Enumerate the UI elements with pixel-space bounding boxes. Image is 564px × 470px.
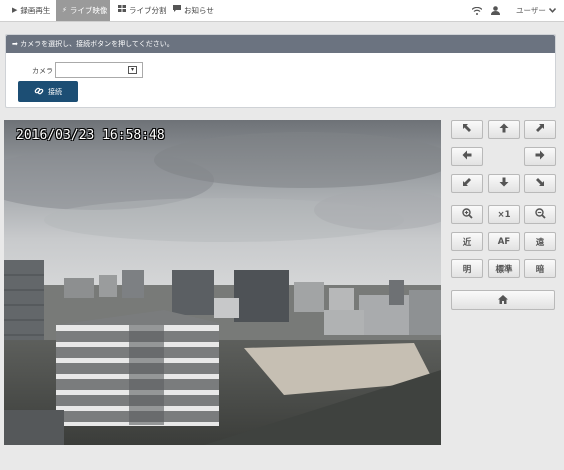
tab-live-split[interactable]: ライブ分割 [112,0,168,21]
focus-near-button[interactable]: 近 [451,232,483,251]
camera-select[interactable]: ▾ [55,62,143,78]
arrow-up-right-icon [535,123,545,136]
chevron-down-icon [548,6,556,15]
auto-focus-label: AF [497,236,511,247]
tab-live-view[interactable]: ⚡ ライブ映像 [56,0,110,21]
bright-label: 明 [462,264,472,275]
dark-label: 暗 [535,264,545,275]
camera-label: カメラ [32,67,53,75]
arrow-left-icon [462,150,472,163]
tab-live-view-label: ライブ映像 [69,6,108,15]
arrow-right-icon: ➡ [12,40,18,48]
tilt-down-button[interactable] [488,174,520,193]
home-position-button[interactable] [451,290,555,310]
camera-select-panel: ➡ カメラを選択し、接続ボタンを押してください。 カメラ ▾ 接続 [5,34,556,108]
tab-live-split-label: ライブ分割 [129,6,167,15]
focus-far-button[interactable]: 遠 [524,232,556,251]
pan-down-left-button[interactable] [451,174,483,193]
dark-button[interactable]: 暗 [524,259,556,278]
arrow-down-right-icon [535,177,545,190]
link-icon [34,86,44,98]
zoom-out-button[interactable] [524,205,556,224]
arrow-down-icon [499,177,509,190]
user-menu[interactable]: ユーザー [516,0,556,21]
tilt-up-button[interactable] [488,120,520,139]
pan-down-right-button[interactable] [524,174,556,193]
zoom-reset-label: ×1 [497,209,511,220]
arrow-up-icon [499,123,509,136]
arrow-right-icon [535,150,545,163]
bright-button[interactable]: 明 [451,259,483,278]
zoom-in-button[interactable] [451,205,483,224]
focus-near-label: 近 [462,237,472,248]
zoom-in-icon [461,207,473,222]
tab-playback[interactable]: ▶ 録画再生 [6,0,56,21]
chevron-down-icon: ▾ [128,66,137,74]
arrow-down-left-icon [462,177,472,190]
user-icon[interactable] [491,0,500,21]
focus-far-label: 遠 [535,237,545,248]
auto-focus-button[interactable]: AF [488,232,520,251]
wifi-icon[interactable] [472,0,482,21]
bolt-icon: ⚡ [62,6,67,14]
connect-button-label: 接続 [48,87,62,96]
camera-image [4,120,441,445]
home-icon [498,294,508,306]
pan-up-left-button[interactable] [451,120,483,139]
zoom-reset-button[interactable]: ×1 [488,205,520,224]
standard-brightness-label: 標準 [495,264,513,275]
zoom-out-icon [534,207,546,222]
tab-playback-label: 録画再生 [20,6,51,15]
pan-up-right-button[interactable] [524,120,556,139]
connect-button[interactable]: 接続 [18,81,78,102]
standard-brightness-button[interactable]: 標準 [488,259,520,278]
arrow-up-left-icon [462,123,472,136]
tab-notices[interactable]: お知らせ [167,0,217,21]
message-icon [173,1,181,20]
pan-right-button[interactable] [524,147,556,166]
tab-notices-label: お知らせ [184,6,214,15]
pan-left-button[interactable] [451,147,483,166]
instruction-text: カメラを選択し、接続ボタンを押してください。 [20,40,174,48]
live-camera-view[interactable]: 2016/03/23 16:58:48 [4,120,441,445]
grid-icon [118,1,126,20]
camera-timestamp: 2016/03/23 16:58:48 [16,128,165,143]
user-menu-label: ユーザー [516,6,546,15]
top-nav: ▶ 録画再生 ⚡ ライブ映像 ライブ分割 お知らせ ユーザー [0,0,564,22]
play-icon: ▶ [12,6,18,14]
panel-header: ➡ カメラを選択し、接続ボタンを押してください。 [6,35,555,53]
